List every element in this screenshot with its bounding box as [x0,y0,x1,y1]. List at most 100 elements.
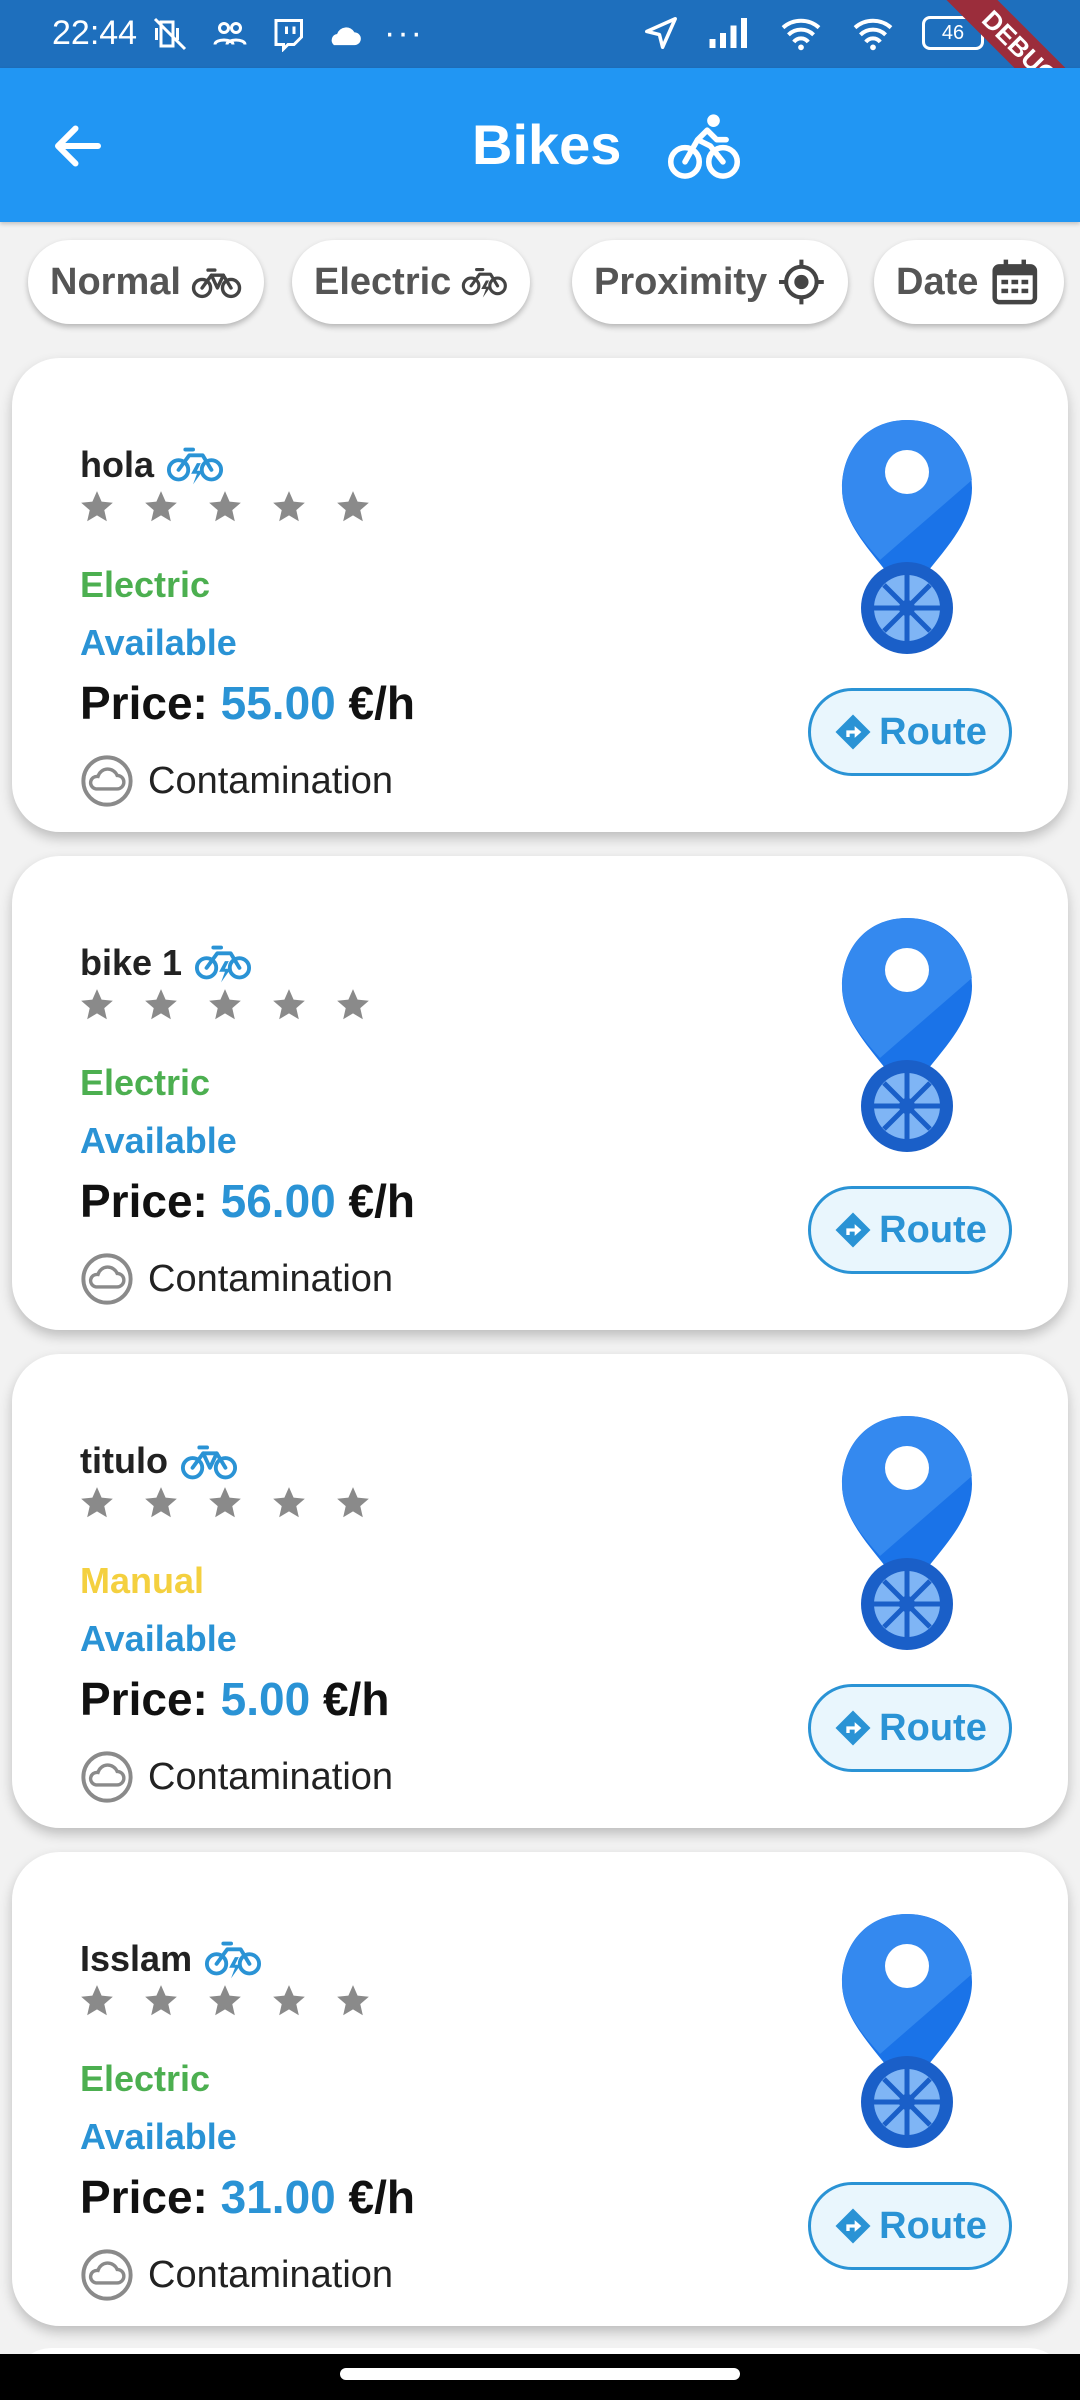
filter-date-chip[interactable]: Date [874,240,1064,324]
price-unit: €/h [348,1175,416,1227]
bike-location-pin-icon [832,908,982,1158]
star-icon[interactable] [334,1982,372,2020]
bike-name-row: hola [80,436,224,494]
system-nav-bar [0,2354,1080,2400]
electric-bike-icon [461,254,508,310]
filter-proximity-chip[interactable]: Proximity [572,240,848,324]
directions-icon [833,712,873,752]
star-icon[interactable] [270,1484,308,1522]
star-icon[interactable] [270,488,308,526]
bike-location-pin-icon [832,1406,982,1656]
star-icon[interactable] [78,1982,116,2020]
star-icon[interactable] [142,1484,180,1522]
bike-icon [191,254,242,310]
chip-label: Electric [314,260,452,303]
bike-name-row: bike 1 [80,934,252,992]
directions-icon [833,1708,873,1748]
bike-status: Available [80,622,237,663]
bike-card[interactable]: hola Electric Available Price: 55.00 €/h… [12,358,1068,832]
price-label: Price: [80,677,208,729]
star-icon[interactable] [206,1982,244,2020]
route-button[interactable]: Route [808,2182,1012,2270]
contamination-info[interactable]: Contamination [80,1750,393,1804]
electric-bike-icon [166,436,224,494]
bike-name-row: titulo [80,1432,238,1490]
bike-name: hola [80,444,155,485]
chip-label: Normal [50,260,181,303]
bike-name-row: Isslam [80,1930,262,1988]
rating-stars[interactable] [78,488,372,526]
home-gesture-handle[interactable] [340,2368,740,2380]
route-label: Route [879,1706,987,1749]
route-label: Route [879,1208,987,1251]
bike-status: Available [80,1618,237,1659]
star-icon[interactable] [270,1982,308,2020]
contamination-label: Contamination [148,1257,394,1300]
contamination-info[interactable]: Contamination [80,1252,393,1306]
star-icon[interactable] [334,986,372,1024]
electric-bike-icon [204,1930,262,1988]
filter-normal-chip[interactable]: Normal [28,240,264,324]
rating-stars[interactable] [78,986,372,1024]
contamination-label: Contamination [148,2253,394,2296]
star-icon[interactable] [78,1484,116,1522]
bike-name: bike 1 [80,942,183,983]
star-icon[interactable] [206,986,244,1024]
star-icon[interactable] [142,488,180,526]
bike-price: Price: 55.00 €/h [80,676,415,730]
contamination-label: Contamination [148,1755,394,1798]
route-button[interactable]: Route [808,1684,1012,1772]
mute-vibrate-icon [153,17,187,50]
contamination-info[interactable]: Contamination [80,754,393,808]
system-icons: 46 [642,14,990,52]
bike-price: Price: 5.00 €/h [80,1672,389,1726]
bike-type: Electric [80,564,211,605]
bike-rider-icon [667,114,741,179]
chip-label: Proximity [594,260,768,303]
app-bar: Bikes [0,68,1080,222]
contamination-info[interactable]: Contamination [80,2248,393,2302]
bike-type: Electric [80,2058,211,2099]
price-value: 5.00 [220,1673,311,1725]
star-icon[interactable] [270,986,308,1024]
star-icon[interactable] [334,488,372,526]
cloud-icon [80,2248,134,2302]
route-button[interactable]: Route [808,1186,1012,1274]
star-icon[interactable] [142,1982,180,2020]
rating-stars[interactable] [78,1484,372,1522]
rating-stars[interactable] [78,1982,372,2020]
cloud-icon [331,26,361,45]
bike-name: titulo [80,1440,168,1481]
cloud-icon [80,1252,134,1306]
group-icon [213,21,247,45]
bike-card[interactable]: titulo Manual Available Price: 5.00 €/h … [12,1354,1068,1828]
star-icon[interactable] [78,488,116,526]
route-button[interactable]: Route [808,688,1012,776]
page-title: Bikes [472,113,622,176]
chip-label: Date [896,260,979,303]
star-icon[interactable] [78,986,116,1024]
star-icon[interactable] [142,986,180,1024]
contamination-label: Contamination [148,759,394,802]
price-value: 55.00 [220,677,336,729]
bike-price: Price: 56.00 €/h [80,1174,415,1228]
bike-type: Electric [80,1062,211,1103]
bike-location-pin-icon [832,1904,982,2154]
calendar-icon [992,259,1038,305]
bike-card[interactable]: Isslam Electric Available Price: 31.00 €… [12,1852,1068,2326]
star-icon[interactable] [334,1484,372,1522]
filter-electric-chip[interactable]: Electric [292,240,530,324]
route-label: Route [879,2204,987,2247]
star-icon[interactable] [206,1484,244,1522]
bike-card[interactable]: bike 1 Electric Available Price: 56.00 €… [12,856,1068,1330]
star-icon[interactable] [206,488,244,526]
gps-target-icon [779,259,824,305]
bike-location-pin-icon [832,410,982,660]
bike-status: Available [80,1120,237,1161]
price-value: 31.00 [220,2171,336,2223]
bike-price: Price: 31.00 €/h [80,2170,415,2224]
back-arrow-icon[interactable] [48,116,108,176]
price-value: 56.00 [220,1175,336,1227]
twitch-icon [274,18,303,52]
cloud-icon [80,754,134,808]
